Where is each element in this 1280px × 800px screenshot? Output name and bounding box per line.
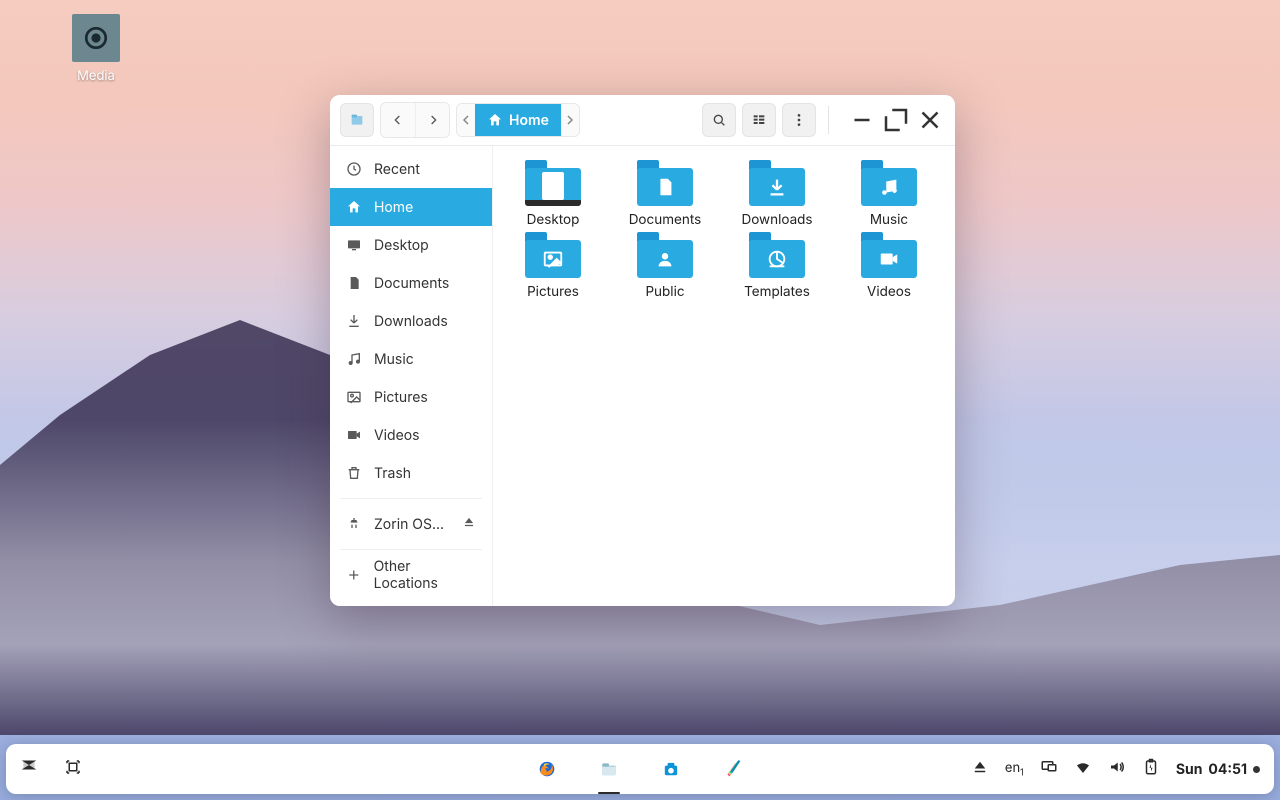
sidebar-item-recent[interactable]: Recent — [330, 150, 492, 188]
sidebar-item-label: Videos — [374, 427, 420, 444]
sidebar-item-music[interactable]: Music — [330, 340, 492, 378]
sidebar-item-documents[interactable]: Documents — [330, 264, 492, 302]
sidebar-item-label: Music — [374, 351, 414, 368]
folder-icon — [637, 160, 693, 206]
folder-documents[interactable]: Documents — [615, 160, 715, 228]
tray-eject-icon[interactable] — [971, 758, 989, 780]
folder-icon — [861, 160, 917, 206]
menu-button[interactable] — [782, 103, 816, 137]
folder-label: Pictures — [503, 284, 603, 300]
folder-icon — [525, 232, 581, 278]
sidebar-item-pictures[interactable]: Pictures — [330, 378, 492, 416]
folder-pictures[interactable]: Pictures — [503, 232, 603, 300]
folder-icon — [525, 160, 581, 206]
folder-label: Videos — [839, 284, 939, 300]
sidebar-item-label: Downloads — [374, 313, 448, 330]
sidebar-item-home[interactable]: Home — [330, 188, 492, 226]
titlebar[interactable]: Home — [330, 95, 955, 146]
tray-display-icon[interactable] — [1040, 758, 1058, 780]
folder-label: Desktop — [503, 212, 603, 228]
forward-button[interactable] — [415, 103, 449, 137]
sidebar-item-label: Zorin OS... — [374, 516, 444, 533]
sidebar-item-label: Recent — [374, 161, 420, 178]
view-toggle-button[interactable] — [742, 103, 776, 137]
close-button[interactable] — [915, 105, 945, 135]
sidebar-item-label: Documents — [374, 275, 449, 292]
file-manager-window: Home Recent Home Desktop — [330, 95, 955, 606]
folder-icon — [637, 232, 693, 278]
taskbar: en1 Sun 04:51 — [6, 744, 1274, 794]
sidebar-item-other-locations[interactable]: Other Locations — [330, 556, 492, 594]
folder-label: Documents — [615, 212, 715, 228]
path-chip-label: Home — [509, 112, 549, 129]
sidebar: Recent Home Desktop Documents Downloads … — [330, 146, 493, 606]
sidebar-item-label: Other Locations — [374, 558, 476, 592]
sidebar-item-videos[interactable]: Videos — [330, 416, 492, 454]
tray-volume-icon[interactable] — [1108, 758, 1126, 780]
path-next-icon[interactable] — [561, 103, 579, 137]
folder-icon — [749, 160, 805, 206]
overview-button[interactable] — [64, 758, 82, 780]
folder-public[interactable]: Public — [615, 232, 715, 300]
taskbar-app-appearance[interactable] — [716, 752, 750, 786]
tray-keyboard-layout[interactable]: en1 — [1005, 760, 1024, 779]
folder-label: Downloads — [727, 212, 827, 228]
start-menu-button[interactable] — [20, 756, 46, 782]
taskbar-app-files[interactable] — [592, 752, 626, 786]
eject-button[interactable] — [462, 515, 476, 533]
path-bar[interactable]: Home — [456, 103, 580, 137]
sidebar-item-trash[interactable]: Trash — [330, 454, 492, 492]
sidebar-item-label: Desktop — [374, 237, 429, 254]
folder-label: Public — [615, 284, 715, 300]
folder-label: Music — [839, 212, 939, 228]
sidebar-item-label: Pictures — [374, 389, 428, 406]
sidebar-separator — [340, 549, 482, 550]
nautilus-icon-button[interactable] — [340, 103, 374, 137]
folder-desktop[interactable]: Desktop — [503, 160, 603, 228]
content-area[interactable]: Desktop Documents Downloads Music Pictur… — [493, 146, 955, 606]
tray-battery-icon[interactable] — [1142, 758, 1160, 780]
tray-clock[interactable]: Sun 04:51 — [1176, 761, 1260, 778]
notification-dot-icon — [1253, 766, 1260, 773]
folder-music[interactable]: Music — [839, 160, 939, 228]
folder-icon — [749, 232, 805, 278]
taskbar-app-software[interactable] — [654, 752, 688, 786]
tray-wifi-icon[interactable] — [1074, 758, 1092, 780]
minimize-button[interactable] — [847, 105, 877, 135]
taskbar-app-firefox[interactable] — [530, 752, 564, 786]
clock-day: Sun — [1176, 761, 1203, 778]
disc-icon — [72, 14, 120, 62]
window-controls — [847, 105, 945, 135]
sidebar-item-downloads[interactable]: Downloads — [330, 302, 492, 340]
search-button[interactable] — [702, 103, 736, 137]
sidebar-item-label: Home — [374, 199, 413, 216]
folder-videos[interactable]: Videos — [839, 232, 939, 300]
desktop-icon-label: Media — [56, 68, 136, 84]
folder-templates[interactable]: Templates — [727, 232, 827, 300]
folder-downloads[interactable]: Downloads — [727, 160, 827, 228]
path-chip-home[interactable]: Home — [475, 103, 561, 137]
desktop-icon-media[interactable]: Media — [56, 14, 136, 84]
separator — [828, 106, 829, 134]
sidebar-item-zorin-os[interactable]: Zorin OS... — [330, 505, 492, 543]
maximize-button[interactable] — [881, 105, 911, 135]
sidebar-item-desktop[interactable]: Desktop — [330, 226, 492, 264]
folder-icon — [861, 232, 917, 278]
back-button[interactable] — [381, 103, 415, 137]
folder-label: Templates — [727, 284, 827, 300]
clock-time: 04:51 — [1208, 761, 1247, 778]
path-prev-icon[interactable] — [457, 103, 475, 137]
nav-group — [380, 102, 450, 138]
sidebar-item-label: Trash — [374, 465, 411, 482]
sidebar-separator — [340, 498, 482, 499]
